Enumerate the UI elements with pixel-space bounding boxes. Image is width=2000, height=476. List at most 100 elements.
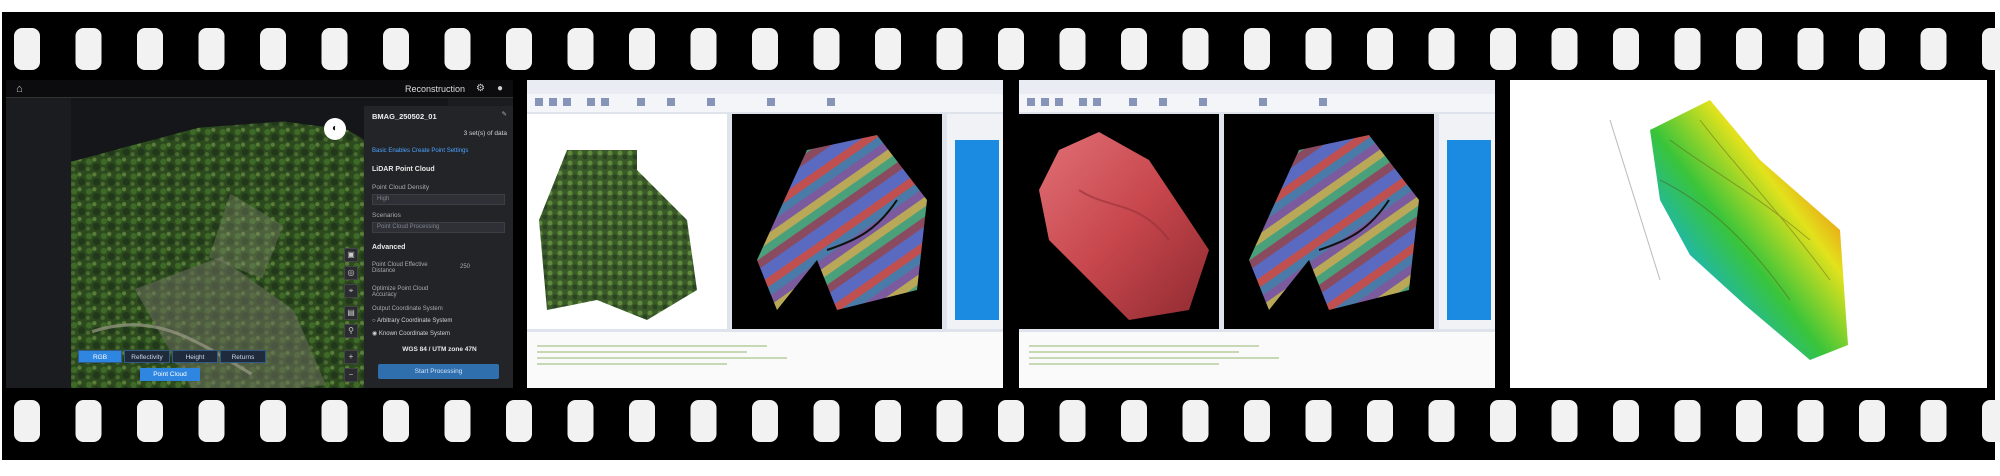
sprocket-hole: [1736, 400, 1762, 442]
sprocket-hole: [506, 400, 532, 442]
density-label: Point Cloud Density: [372, 184, 430, 191]
view-mode-height[interactable]: Height: [172, 350, 218, 363]
elevation-colormap-view: [1609, 100, 1848, 360]
sprocket-hole: [321, 400, 348, 442]
tool-icon[interactable]: ▤: [344, 306, 358, 320]
sprocket-hole: [1059, 400, 1086, 442]
cs-option-known[interactable]: ◉ Known Coordinate System: [372, 330, 507, 337]
sprocket-hole: [690, 28, 717, 70]
edit-icon[interactable]: ✎: [372, 110, 507, 118]
sprocket-hole: [875, 400, 901, 442]
sprocket-hole: [1182, 400, 1209, 442]
sprocket-hole: [567, 400, 594, 442]
sprocket-hole: [75, 400, 102, 442]
user-icon[interactable]: ●: [497, 83, 503, 94]
cs-option-arbitrary[interactable]: ○ Arbitrary Coordinate System: [372, 318, 507, 324]
sprocket-hole: [14, 400, 40, 442]
sprocket-hole: [444, 400, 471, 442]
compass-icon[interactable]: ◐: [324, 118, 346, 140]
settings-panel: BMAG_250502_01 ✎ 3 set(s) of data Basic …: [364, 106, 513, 388]
sprocket-hole: [1490, 400, 1516, 442]
cs-option-arbitrary-label: Arbitrary Coordinate System: [376, 318, 453, 324]
sprocket-hole: [1859, 28, 1885, 70]
frame-1-reconstruction-app: ⌂ Reconstruction ⚙ ● ◐ ▣ ◎ ⌖ ▤ ⚲ + − RGB…: [6, 80, 513, 388]
sprocket-hole: [936, 28, 963, 70]
sprocket-hole: [198, 400, 225, 442]
sprocket-hole: [1982, 400, 2000, 442]
sprocket-hole: [1736, 28, 1762, 70]
frame-2-software-view: [527, 80, 1003, 388]
sprocket-hole: [936, 400, 963, 442]
software-window: [1019, 80, 1495, 388]
sprocket-hole: [260, 28, 286, 70]
sprocket-hole: [1797, 400, 1824, 442]
tool-icon[interactable]: ◎: [344, 266, 358, 280]
sprocket-hole: [1920, 400, 1947, 442]
start-processing-button[interactable]: Start Processing: [378, 364, 499, 379]
sprocket-hole: [752, 28, 778, 70]
home-icon[interactable]: ⌂: [16, 83, 23, 95]
sprocket-hole: [1367, 400, 1393, 442]
sprocket-hole: [813, 28, 840, 70]
sprocket-hole: [1982, 28, 2000, 70]
tool-icon[interactable]: ▣: [344, 248, 358, 262]
point-cloud-button[interactable]: Point Cloud: [140, 368, 200, 381]
sprocket-hole: [690, 400, 717, 442]
sprocket-hole: [1182, 28, 1209, 70]
sprocket-hole: [998, 400, 1024, 442]
sprocket-hole: [1305, 400, 1332, 442]
sprocket-hole: [444, 28, 471, 70]
sprocket-hole: [752, 400, 778, 442]
sprocket-hole: [137, 28, 163, 70]
effective-distance-value[interactable]: 250: [460, 264, 507, 270]
film-strip: ⌂ Reconstruction ⚙ ● ◐ ▣ ◎ ⌖ ▤ ⚲ + − RGB…: [0, 0, 2000, 471]
sprocket-hole: [1674, 400, 1701, 442]
sprocket-hole: [1674, 28, 1701, 70]
data-count[interactable]: 3 set(s) of data: [372, 130, 507, 137]
effective-distance-label: Point Cloud Effective Distance: [372, 262, 428, 274]
sprocket-hole: [1428, 28, 1455, 70]
sprocket-hole: [506, 28, 532, 70]
view-mode-returns[interactable]: Returns: [220, 350, 266, 363]
app-header: ⌂ Reconstruction ⚙ ●: [6, 80, 513, 98]
sprocket-hole: [1613, 28, 1639, 70]
zoom-in-icon[interactable]: +: [344, 350, 358, 364]
settings-tabs[interactable]: Basic Enables Create Point Settings: [372, 148, 507, 154]
sprocket-hole: [14, 28, 40, 70]
view-mode-reflectivity[interactable]: Reflectivity: [124, 350, 170, 363]
sprocket-hole: [1490, 28, 1516, 70]
sprocket-hole: [383, 28, 409, 70]
sprocket-hole: [1059, 28, 1086, 70]
sprocket-hole: [813, 400, 840, 442]
sprocket-hole: [1121, 400, 1147, 442]
sprocket-hole: [75, 28, 102, 70]
frame-4-elevation-surface: [1510, 80, 1987, 388]
sprocket-hole: [875, 28, 901, 70]
sprocket-hole: [383, 400, 409, 442]
sprocket-hole: [1121, 28, 1147, 70]
sprocket-hole: [198, 28, 225, 70]
section-lidar[interactable]: LiDAR Point Cloud: [372, 166, 507, 173]
sprocket-hole: [1920, 28, 1947, 70]
sprocket-hole: [1551, 400, 1578, 442]
zoom-out-icon[interactable]: −: [344, 368, 358, 382]
cs-value: WGS 84 / UTM zone 47N: [402, 346, 477, 353]
sprocket-hole: [260, 400, 286, 442]
scenario-label: Scenarios: [372, 212, 401, 219]
sprocket-hole: [1367, 28, 1393, 70]
sprocket-hole: [1859, 400, 1885, 442]
sprocket-hole: [1797, 28, 1824, 70]
section-advanced[interactable]: Advanced: [372, 244, 507, 251]
density-select[interactable]: High: [372, 194, 505, 205]
sprocket-hole: [1244, 28, 1270, 70]
sprocket-hole: [1244, 400, 1270, 442]
sprocket-hole: [998, 28, 1024, 70]
optimize-accuracy-label: Optimize Point Cloud Accuracy: [372, 286, 429, 298]
view-mode-rgb[interactable]: RGB: [78, 350, 122, 363]
gear-icon[interactable]: ⚙: [476, 83, 485, 94]
tool-icon[interactable]: ⚲: [344, 324, 358, 338]
scenario-select[interactable]: Point Cloud Processing: [372, 222, 505, 233]
app-title: Reconstruction: [404, 84, 465, 94]
tool-icon[interactable]: ⌖: [344, 284, 358, 298]
sprocket-hole: [629, 400, 655, 442]
